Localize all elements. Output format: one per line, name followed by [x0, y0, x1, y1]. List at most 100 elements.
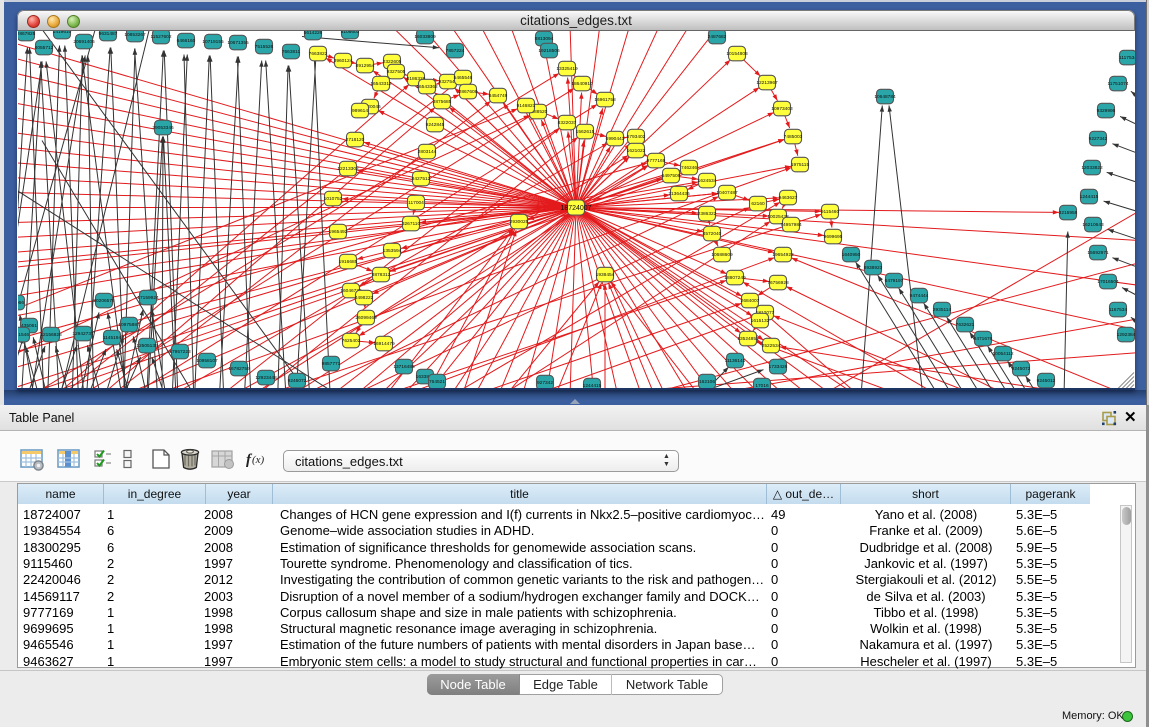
svg-text:261066: 261066 [18, 300, 24, 306]
svg-text:9699695: 9699695 [824, 234, 843, 240]
svg-text:3215958: 3215958 [1059, 210, 1078, 216]
svg-text:12156828: 12156828 [40, 332, 62, 338]
svg-text:1640950: 1640950 [842, 252, 861, 258]
svg-text:17016504: 17016504 [1097, 279, 1119, 285]
svg-text:12213967: 12213967 [756, 80, 778, 86]
svg-text:8454749: 8454749 [489, 93, 508, 99]
svg-text:12505135: 12505135 [136, 343, 158, 349]
svg-text:10853267: 10853267 [124, 32, 146, 38]
svg-text:3960124: 3960124 [334, 58, 353, 64]
svg-text:10688609: 10688609 [711, 252, 733, 258]
svg-text:2867608: 2867608 [459, 89, 478, 95]
svg-text:9463627: 9463627 [779, 195, 798, 201]
svg-text:162106: 162106 [699, 379, 715, 385]
svg-text:2522534: 2522534 [762, 343, 781, 349]
svg-text:3875685: 3875685 [433, 99, 452, 105]
svg-text:26099469: 26099469 [355, 315, 377, 321]
svg-text:6479197: 6479197 [885, 278, 904, 284]
svg-text:1965492: 1965492 [329, 229, 348, 235]
svg-text:16782759: 16782759 [228, 366, 250, 372]
svg-text:1353594: 1353594 [383, 248, 402, 254]
svg-text:1117534: 1117534 [1119, 55, 1135, 61]
svg-text:10958107: 10958107 [196, 358, 218, 364]
svg-text:6793402: 6793402 [627, 134, 646, 140]
svg-text:11751074: 11751074 [1108, 81, 1129, 87]
svg-text:2684007: 2684007 [741, 298, 760, 304]
svg-text:8912954: 8912954 [356, 63, 375, 69]
svg-text:19654923: 19654923 [772, 252, 794, 258]
svg-text:16543362: 16543362 [416, 84, 438, 90]
svg-text:8938923: 8938923 [864, 265, 883, 271]
svg-text:927342: 927342 [537, 380, 553, 386]
svg-text:7485003: 7485003 [784, 134, 803, 140]
svg-text:8427512: 8427512 [412, 176, 431, 182]
svg-text:9631487: 9631487 [99, 31, 118, 37]
svg-text:12942737: 12942737 [72, 331, 94, 337]
svg-text:1010752: 1010752 [324, 196, 343, 202]
svg-text:1916685: 1916685 [339, 259, 358, 265]
svg-text:4498222: 4498222 [355, 295, 374, 301]
svg-text:2386322: 2386322 [698, 211, 717, 217]
svg-text:13524851: 13524851 [737, 336, 759, 342]
svg-text:16033809: 16033809 [414, 34, 436, 40]
svg-text:62160: 62160 [751, 201, 765, 207]
svg-text:7515526: 7515526 [255, 44, 274, 50]
svg-text:16210643: 16210643 [1082, 222, 1104, 228]
svg-text:6990443: 6990443 [606, 136, 625, 142]
svg-text:9242845: 9242845 [426, 122, 445, 128]
svg-text:20691406: 20691406 [73, 39, 95, 45]
svg-text:76756928: 76756928 [767, 280, 789, 286]
svg-text:9777169: 9777169 [647, 158, 666, 164]
svg-text:1562615: 1562615 [576, 129, 595, 135]
svg-text:1167534: 1167534 [1109, 307, 1128, 313]
svg-text:2718120: 2718120 [346, 137, 365, 143]
svg-text:9857771: 9857771 [322, 361, 341, 367]
svg-text:74957984: 74957984 [780, 222, 802, 228]
svg-text:10973403: 10973403 [771, 106, 793, 112]
svg-text:17159924: 17159924 [137, 295, 159, 301]
svg-text:1975115: 1975115 [791, 162, 810, 168]
svg-text:1938454: 1938454 [596, 272, 615, 278]
svg-text:18724007: 18724007 [560, 204, 591, 211]
svg-text:2487682: 2487682 [708, 34, 727, 40]
svg-text:9474444: 9474444 [910, 293, 929, 299]
svg-text:1733426: 1733426 [769, 364, 788, 370]
svg-text:989614: 989614 [352, 108, 368, 114]
svg-text:16543312: 16543312 [370, 81, 392, 87]
svg-text:1621022: 1621022 [627, 148, 646, 154]
svg-text:5614226: 5614226 [304, 31, 323, 36]
svg-text:1615132: 1615132 [751, 318, 770, 324]
svg-text:18640910: 18640910 [571, 81, 593, 87]
svg-text:5465546: 5465546 [454, 75, 473, 81]
svg-text:13716485: 13716485 [393, 364, 415, 370]
svg-text:19218506: 19218506 [538, 48, 560, 54]
svg-text:4055712: 4055712 [35, 45, 54, 51]
svg-text:11136141: 11136141 [725, 358, 746, 364]
svg-text:6497508: 6497508 [662, 173, 681, 179]
svg-text:9227342: 9227342 [1089, 136, 1108, 142]
svg-text:9245012: 9245012 [1037, 378, 1056, 384]
svg-text:1292384: 1292384 [1117, 332, 1135, 338]
svg-text:9329996: 9329996 [1097, 108, 1116, 114]
svg-text:1419610: 1419610 [53, 31, 72, 35]
svg-text:10719155: 10719155 [202, 39, 224, 45]
svg-text:21364436: 21364436 [668, 191, 690, 197]
svg-text:2930025: 2930025 [510, 219, 529, 225]
svg-text:3267110: 3267110 [402, 221, 421, 227]
svg-text:9146821: 9146821 [517, 103, 536, 109]
svg-text:10648784: 10648784 [874, 94, 896, 100]
svg-text:29053346: 29053346 [152, 125, 174, 131]
svg-text:7632621: 7632621 [956, 322, 975, 328]
svg-text:9245072: 9245072 [1012, 366, 1031, 372]
svg-text:764521: 764521 [429, 379, 445, 385]
svg-text:2867825: 2867825 [18, 31, 36, 37]
svg-text:9115460: 9115460 [821, 209, 840, 215]
svg-text:6466160: 6466160 [177, 38, 196, 44]
svg-text:16961758: 16961758 [594, 97, 616, 103]
svg-text:15692971: 15692971 [1087, 250, 1109, 256]
svg-text:10407487: 10407487 [716, 190, 738, 196]
svg-text:391546: 391546 [18, 332, 29, 338]
svg-text:1145194: 1145194 [103, 335, 122, 341]
svg-text:746246: 746246 [681, 165, 697, 171]
svg-text:16914479: 16914479 [373, 341, 395, 347]
